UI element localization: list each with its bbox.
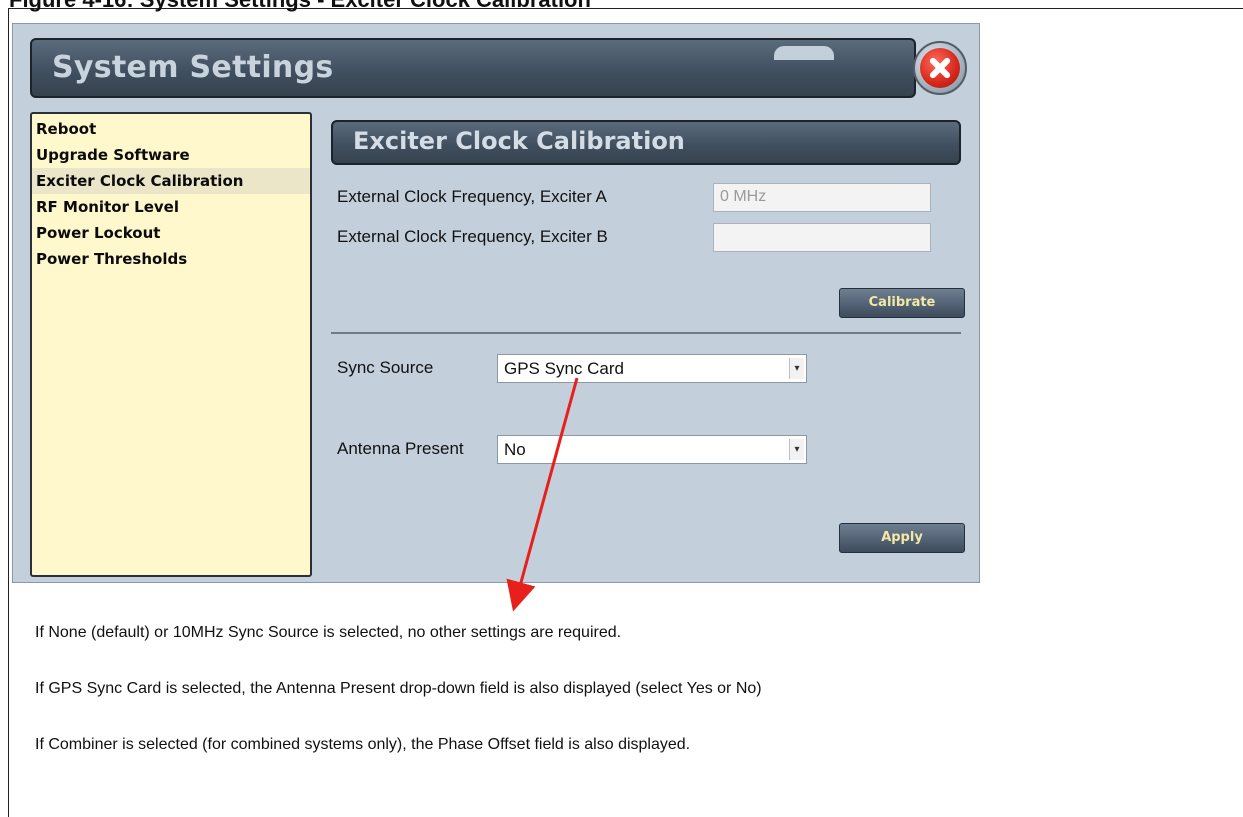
sidebar-item-upgrade-software[interactable]: Upgrade Software: [32, 142, 310, 168]
sync-source-dropdown[interactable]: GPS Sync Card ▾: [497, 354, 807, 383]
note-line-3: If Combiner is selected (for combined sy…: [35, 736, 691, 753]
sidebar-item-power-lockout[interactable]: Power Lockout: [32, 220, 310, 246]
note-line-2: If GPS Sync Card is selected, the Antenn…: [35, 680, 762, 697]
window-title: System Settings: [52, 50, 334, 85]
chevron-down-icon[interactable]: ▾: [789, 439, 804, 460]
section-header: Exciter Clock Calibration: [331, 120, 961, 165]
antenna-present-label: Antenna Present: [337, 439, 464, 458]
exciter-a-label: External Clock Frequency, Exciter A: [337, 187, 607, 206]
close-button[interactable]: [913, 41, 967, 95]
sync-source-label: Sync Source: [337, 358, 434, 377]
antenna-present-value: No: [504, 440, 526, 459]
sidebar-item-power-thresholds[interactable]: Power Thresholds: [32, 246, 310, 272]
sidebar-item-rf-monitor-level[interactable]: RF Monitor Level: [32, 194, 310, 220]
chevron-down-icon[interactable]: ▾: [789, 358, 804, 379]
system-settings-window: System Settings Reboot Upgrade Software …: [12, 23, 980, 583]
settings-sidebar: Reboot Upgrade Software Exciter Clock Ca…: [30, 112, 312, 577]
figure-heading: Figure 4-16: System Settings - Exciter C…: [9, 0, 591, 13]
exciter-a-frequency-field[interactable]: 0 MHz: [713, 183, 931, 212]
sidebar-item-exciter-clock-calibration[interactable]: Exciter Clock Calibration: [32, 168, 310, 194]
window-titlebar: System Settings: [30, 38, 916, 98]
close-icon: [920, 48, 960, 88]
sidebar-item-reboot[interactable]: Reboot: [32, 116, 310, 142]
title-tab: [774, 46, 834, 60]
antenna-present-dropdown[interactable]: No ▾: [497, 435, 807, 464]
section-title: Exciter Clock Calibration: [353, 127, 685, 155]
exciter-b-label: External Clock Frequency, Exciter B: [337, 227, 608, 246]
exciter-b-frequency-field[interactable]: [713, 223, 931, 252]
apply-button[interactable]: Apply: [839, 523, 965, 553]
sync-source-value: GPS Sync Card: [504, 359, 624, 378]
calibrate-button[interactable]: Calibrate: [839, 288, 965, 318]
section-divider: [331, 332, 961, 334]
note-line-1: If None (default) or 10MHz Sync Source i…: [35, 624, 622, 641]
